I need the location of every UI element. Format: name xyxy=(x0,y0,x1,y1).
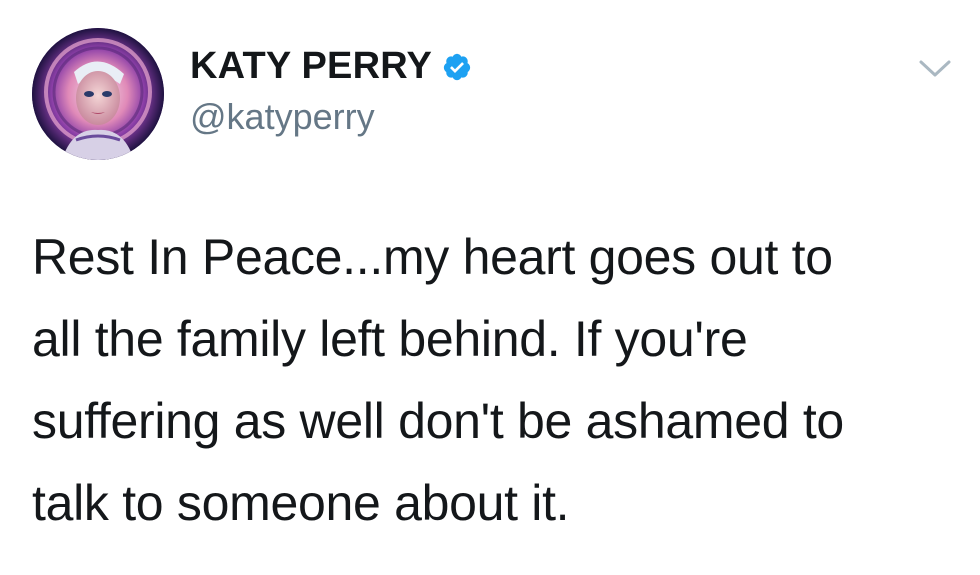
tweet-text-line: all the family left behind. If you're xyxy=(32,311,748,367)
verified-badge-icon xyxy=(442,52,472,82)
tweet-text-line: Rest In Peace...my heart goes out to xyxy=(32,229,833,285)
tweet-text: Rest In Peace...my heart goes out to all… xyxy=(32,216,952,544)
avatar-photo-image xyxy=(32,28,164,160)
tweet-card: KATY PERRY @katyperry Rest In Peace...my… xyxy=(0,0,980,575)
avatar[interactable] xyxy=(32,28,164,160)
tweet-text-line: suffering as well don't be ashamed to xyxy=(32,393,844,449)
tweet-text-line: talk to someone about it. xyxy=(32,475,570,531)
chevron-down-icon[interactable] xyxy=(918,58,952,80)
author-handle[interactable]: @katyperry xyxy=(190,96,375,138)
author-display-name[interactable]: KATY PERRY xyxy=(190,44,432,88)
